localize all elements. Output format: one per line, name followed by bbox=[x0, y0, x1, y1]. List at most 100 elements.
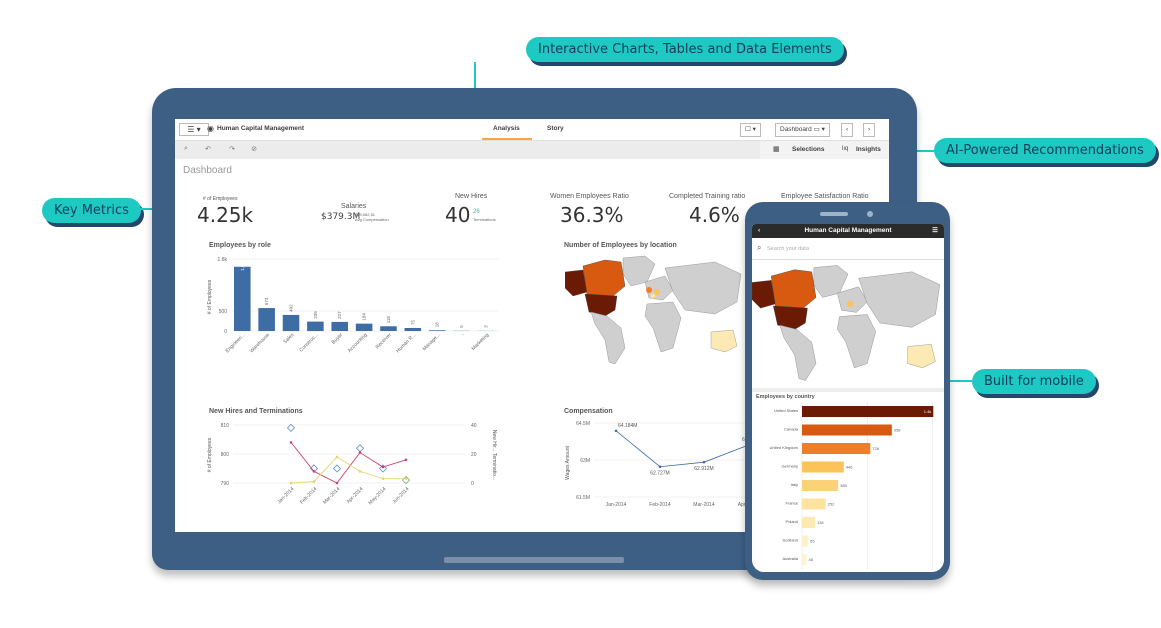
bar-value-label: 3 bbox=[483, 325, 488, 328]
bar bbox=[258, 308, 275, 331]
kpi-new-hires-value[interactable]: 40 bbox=[445, 203, 470, 227]
map-uk bbox=[646, 287, 652, 293]
series-point bbox=[381, 477, 385, 480]
next-sheet-button[interactable]: › bbox=[863, 123, 876, 137]
y-tick-label: Italy bbox=[791, 482, 798, 487]
callout-key-metrics: Key Metrics bbox=[42, 198, 141, 223]
active-tab-indicator bbox=[482, 138, 532, 140]
tab-analysis[interactable]: Analysis bbox=[493, 125, 520, 132]
y-tick-label: 1.8k bbox=[218, 257, 228, 263]
x-tick-label: Feb-2014 bbox=[649, 502, 671, 508]
step-back-icon[interactable]: ↶ bbox=[203, 145, 213, 155]
step-forward-icon[interactable]: ↷ bbox=[227, 145, 237, 155]
series-point bbox=[658, 465, 662, 469]
series-line bbox=[290, 442, 407, 484]
series-point bbox=[312, 480, 316, 483]
mobile-search-input[interactable]: Search your data bbox=[767, 246, 809, 252]
mobile-search[interactable]: ⌕ Search your data bbox=[752, 238, 944, 260]
x-tick-label: Manage... bbox=[422, 332, 442, 352]
kpi-salaries-sub-label: Avg Compensation bbox=[355, 217, 389, 222]
bar bbox=[802, 424, 892, 436]
app-title: Human Capital Management bbox=[217, 125, 305, 132]
series-point bbox=[404, 458, 408, 462]
hamburger-menu-button[interactable]: ☰ ▾ bbox=[179, 123, 209, 136]
series-point bbox=[614, 429, 618, 433]
employees-by-country-chart[interactable]: United States 1.4k Canada 958 United Kingdom… bbox=[752, 402, 944, 570]
chart-title-hires: New Hires and Terminations bbox=[209, 408, 303, 415]
bar-value-label: 252 bbox=[828, 502, 835, 507]
bar bbox=[802, 461, 844, 473]
kpi-employees-value[interactable]: 4.25k bbox=[197, 203, 253, 227]
bookmark-button[interactable]: ☐ ▾ bbox=[740, 123, 761, 137]
bar-value-label: 1,606 bbox=[240, 259, 245, 271]
prev-sheet-button[interactable]: ‹ bbox=[841, 123, 854, 137]
y-axis-label: Wages Amount bbox=[565, 446, 571, 480]
bar bbox=[380, 326, 397, 331]
bar bbox=[404, 328, 422, 331]
chart-title-country: Employees by country bbox=[756, 394, 815, 400]
series-point bbox=[702, 460, 706, 464]
bar-value-label: 118 bbox=[386, 316, 391, 324]
bar bbox=[802, 406, 934, 417]
globe-icon: ◉ bbox=[207, 124, 214, 133]
series-point bbox=[312, 470, 316, 473]
bar bbox=[802, 480, 839, 491]
bar bbox=[802, 535, 809, 547]
bar-value-label: 75 bbox=[410, 319, 415, 325]
menu-icon[interactable]: ☰ bbox=[932, 224, 938, 238]
sheet-selector[interactable]: Dashboard ▭ ▾ bbox=[775, 123, 830, 137]
kpi-terminations-label: Terminations bbox=[473, 217, 496, 222]
bar-value-label: 1.4k bbox=[924, 409, 932, 414]
y-axis-label: # of Employees bbox=[207, 279, 213, 314]
laptop-hinge bbox=[444, 557, 624, 563]
bar bbox=[802, 554, 807, 565]
kpi-new-hires-label: New Hires bbox=[455, 193, 488, 200]
x-tick-label: Marketing bbox=[471, 332, 491, 352]
bar-value-label: 5 bbox=[459, 325, 464, 328]
bar-value-label: 446 bbox=[846, 465, 853, 470]
selections-button[interactable]: Selections bbox=[792, 146, 825, 153]
sheet-selector-label: Dashboard bbox=[780, 126, 812, 133]
y-tick-label: 61.5M bbox=[576, 495, 590, 501]
bar bbox=[802, 443, 871, 454]
y2-axis-label: New Hir... Terminatio... bbox=[491, 430, 497, 480]
mobile-app-title: Human Capital Management bbox=[804, 227, 892, 234]
kpi-salaries-label: Salaries bbox=[341, 203, 367, 210]
series-point bbox=[335, 481, 339, 485]
new-hires-terminations-chart[interactable]: 790 800 810 0 20 40 # of Employees New Hir... T… bbox=[203, 417, 503, 512]
x-tick-label: Jun-2014 bbox=[391, 486, 410, 505]
x-tick-label: Jan-2014 bbox=[276, 486, 295, 505]
x-tick-label: Jan-2014 bbox=[606, 502, 627, 508]
bar-value-label: 385 bbox=[840, 483, 847, 488]
series-line bbox=[290, 456, 406, 484]
x-tick-label: Feb-2014 bbox=[299, 486, 319, 506]
x-tick-label: Mar-2014 bbox=[322, 486, 342, 506]
series-point bbox=[381, 465, 385, 469]
series-line bbox=[615, 430, 749, 468]
clear-selections-icon[interactable]: ⊘ bbox=[249, 145, 259, 155]
mobile-map[interactable] bbox=[752, 260, 944, 385]
data-label: 62.727M bbox=[650, 471, 669, 477]
bar-value-label: 48 bbox=[809, 557, 814, 562]
x-tick-label: Buyer bbox=[331, 332, 345, 346]
insights-button[interactable]: Insights bbox=[856, 146, 881, 153]
insights-icon: lıq bbox=[842, 146, 849, 152]
tab-story[interactable]: Story bbox=[547, 125, 564, 132]
bar bbox=[428, 330, 446, 331]
map-france bbox=[650, 293, 656, 299]
y-tick-label: France bbox=[786, 501, 799, 506]
bar bbox=[355, 323, 373, 331]
mobile-app: ‹ Human Capital Management ☰ ⌕ Search yo… bbox=[752, 224, 944, 572]
employees-by-role-chart[interactable]: 0 500 1.8k # of Employees 1,606 Engineeri... 5… bbox=[203, 253, 503, 373]
compensation-chart[interactable]: 61.5M 63M 64.5M Wages Amount 64.184M 62.727M 6… bbox=[560, 419, 750, 514]
y-tick-label: 810 bbox=[221, 423, 230, 429]
kpi-training-ratio-label: Completed Training ratio bbox=[669, 193, 746, 200]
kpi-women-ratio-value[interactable]: 36.3% bbox=[560, 203, 624, 227]
kpi-training-ratio-value[interactable]: 4.6% bbox=[689, 203, 740, 227]
y-tick-label: 790 bbox=[221, 481, 230, 487]
back-icon[interactable]: ‹ bbox=[758, 224, 760, 238]
smart-search-icon[interactable]: ⌕ bbox=[181, 145, 191, 155]
y-tick-label: Poland bbox=[786, 519, 798, 524]
kpi-terminations-value: 26 bbox=[473, 209, 480, 215]
employees-by-location-map[interactable] bbox=[565, 252, 745, 367]
